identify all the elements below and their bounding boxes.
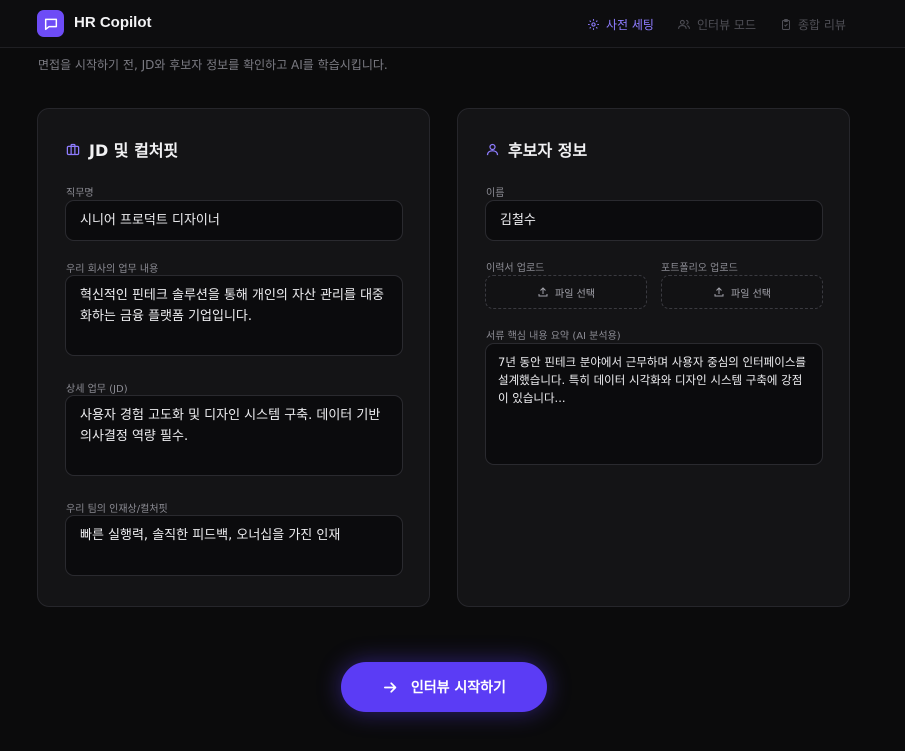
chat-bubble-logo-icon [37, 10, 64, 37]
culture-fit-label: 우리 팀의 인재상/컬처핏 [66, 504, 168, 515]
card-title-text: JD 및 컬처핏 [89, 141, 179, 160]
candidate-info-card: 후보자 정보 이름 김철수 이력서 업로드 파일 선택 포트폴리오 업로드 파일… [457, 108, 850, 607]
portfolio-file-select-button[interactable]: 파일 선택 [661, 275, 823, 309]
candidate-name-input[interactable]: 김철수 [485, 200, 823, 241]
nav-tab-review[interactable]: 종합 리뷰 [780, 14, 846, 34]
job-detail-label: 상세 업무 (JD) [66, 384, 128, 395]
card-title-text: 후보자 정보 [508, 141, 588, 160]
resume-file-select-button[interactable]: 파일 선택 [485, 275, 647, 309]
card-title: JD 및 컬처핏 [65, 137, 178, 161]
job-title-input[interactable]: 시니어 프로덕트 디자이너 [65, 200, 403, 241]
culture-fit-textarea[interactable]: 빠른 실행력, 솔직한 피드백, 오너십을 가진 인재 [65, 515, 403, 576]
user-icon [486, 143, 499, 155]
job-title-label: 직무명 [66, 188, 94, 199]
card-title: 후보자 정보 [485, 137, 587, 161]
start-interview-label: 인터뷰 시작하기 [410, 680, 507, 696]
company-description-label: 우리 회사의 업무 내용 [66, 264, 159, 275]
users-icon [678, 19, 690, 29]
page-intro-text: 면접을 시작하기 전, JD와 후보자 정보를 확인하고 AI를 학습시킵니다. [38, 58, 388, 72]
resume-summary-textarea[interactable]: 7년 동안 핀테크 분야에서 근무하며 사용자 중심의 인터페이스를 설계했습니… [485, 343, 823, 465]
jd-culturefit-card: JD 및 컬처핏 직무명 시니어 프로덕트 디자이너 우리 회사의 업무 내용 … [37, 108, 430, 607]
nav-tab-presetup[interactable]: 사전 세팅 [587, 14, 654, 34]
file-select-label: 파일 선택 [555, 288, 595, 300]
top-navbar: HR Copilot 사전 세팅 인터뷰 모드 종합 리뷰 [0, 0, 905, 48]
nav-tab-label: 인터뷰 모드 [697, 17, 757, 32]
arrow-right-icon [383, 681, 397, 693]
company-description-textarea[interactable]: 혁신적인 핀테크 솔루션을 통해 개인의 자산 관리를 대중화하는 금융 플랫폼… [65, 275, 403, 356]
candidate-name-label: 이름 [486, 188, 505, 199]
app-title: HR Copilot [74, 14, 152, 31]
upload-icon [714, 287, 724, 297]
nav-tab-label: 종합 리뷰 [798, 17, 846, 32]
upload-icon [538, 287, 548, 297]
briefcase-icon [66, 143, 80, 155]
nav-tab-interview[interactable]: 인터뷰 모드 [677, 14, 756, 34]
job-detail-textarea[interactable]: 사용자 경험 고도화 및 디자인 시스템 구축. 데이터 기반 의사결정 역량 … [65, 395, 403, 476]
gear-icon [588, 18, 599, 30]
file-select-label: 파일 선택 [731, 288, 771, 300]
portfolio-upload-label: 포트폴리오 업로드 [661, 263, 738, 274]
start-interview-button[interactable]: 인터뷰 시작하기 [341, 662, 547, 712]
resume-upload-label: 이력서 업로드 [486, 263, 545, 274]
nav-tab-label: 사전 세팅 [606, 17, 654, 32]
resume-summary-label: 서류 핵심 내용 요약 (AI 분석용) [486, 331, 621, 342]
clipboard-icon [782, 18, 790, 30]
